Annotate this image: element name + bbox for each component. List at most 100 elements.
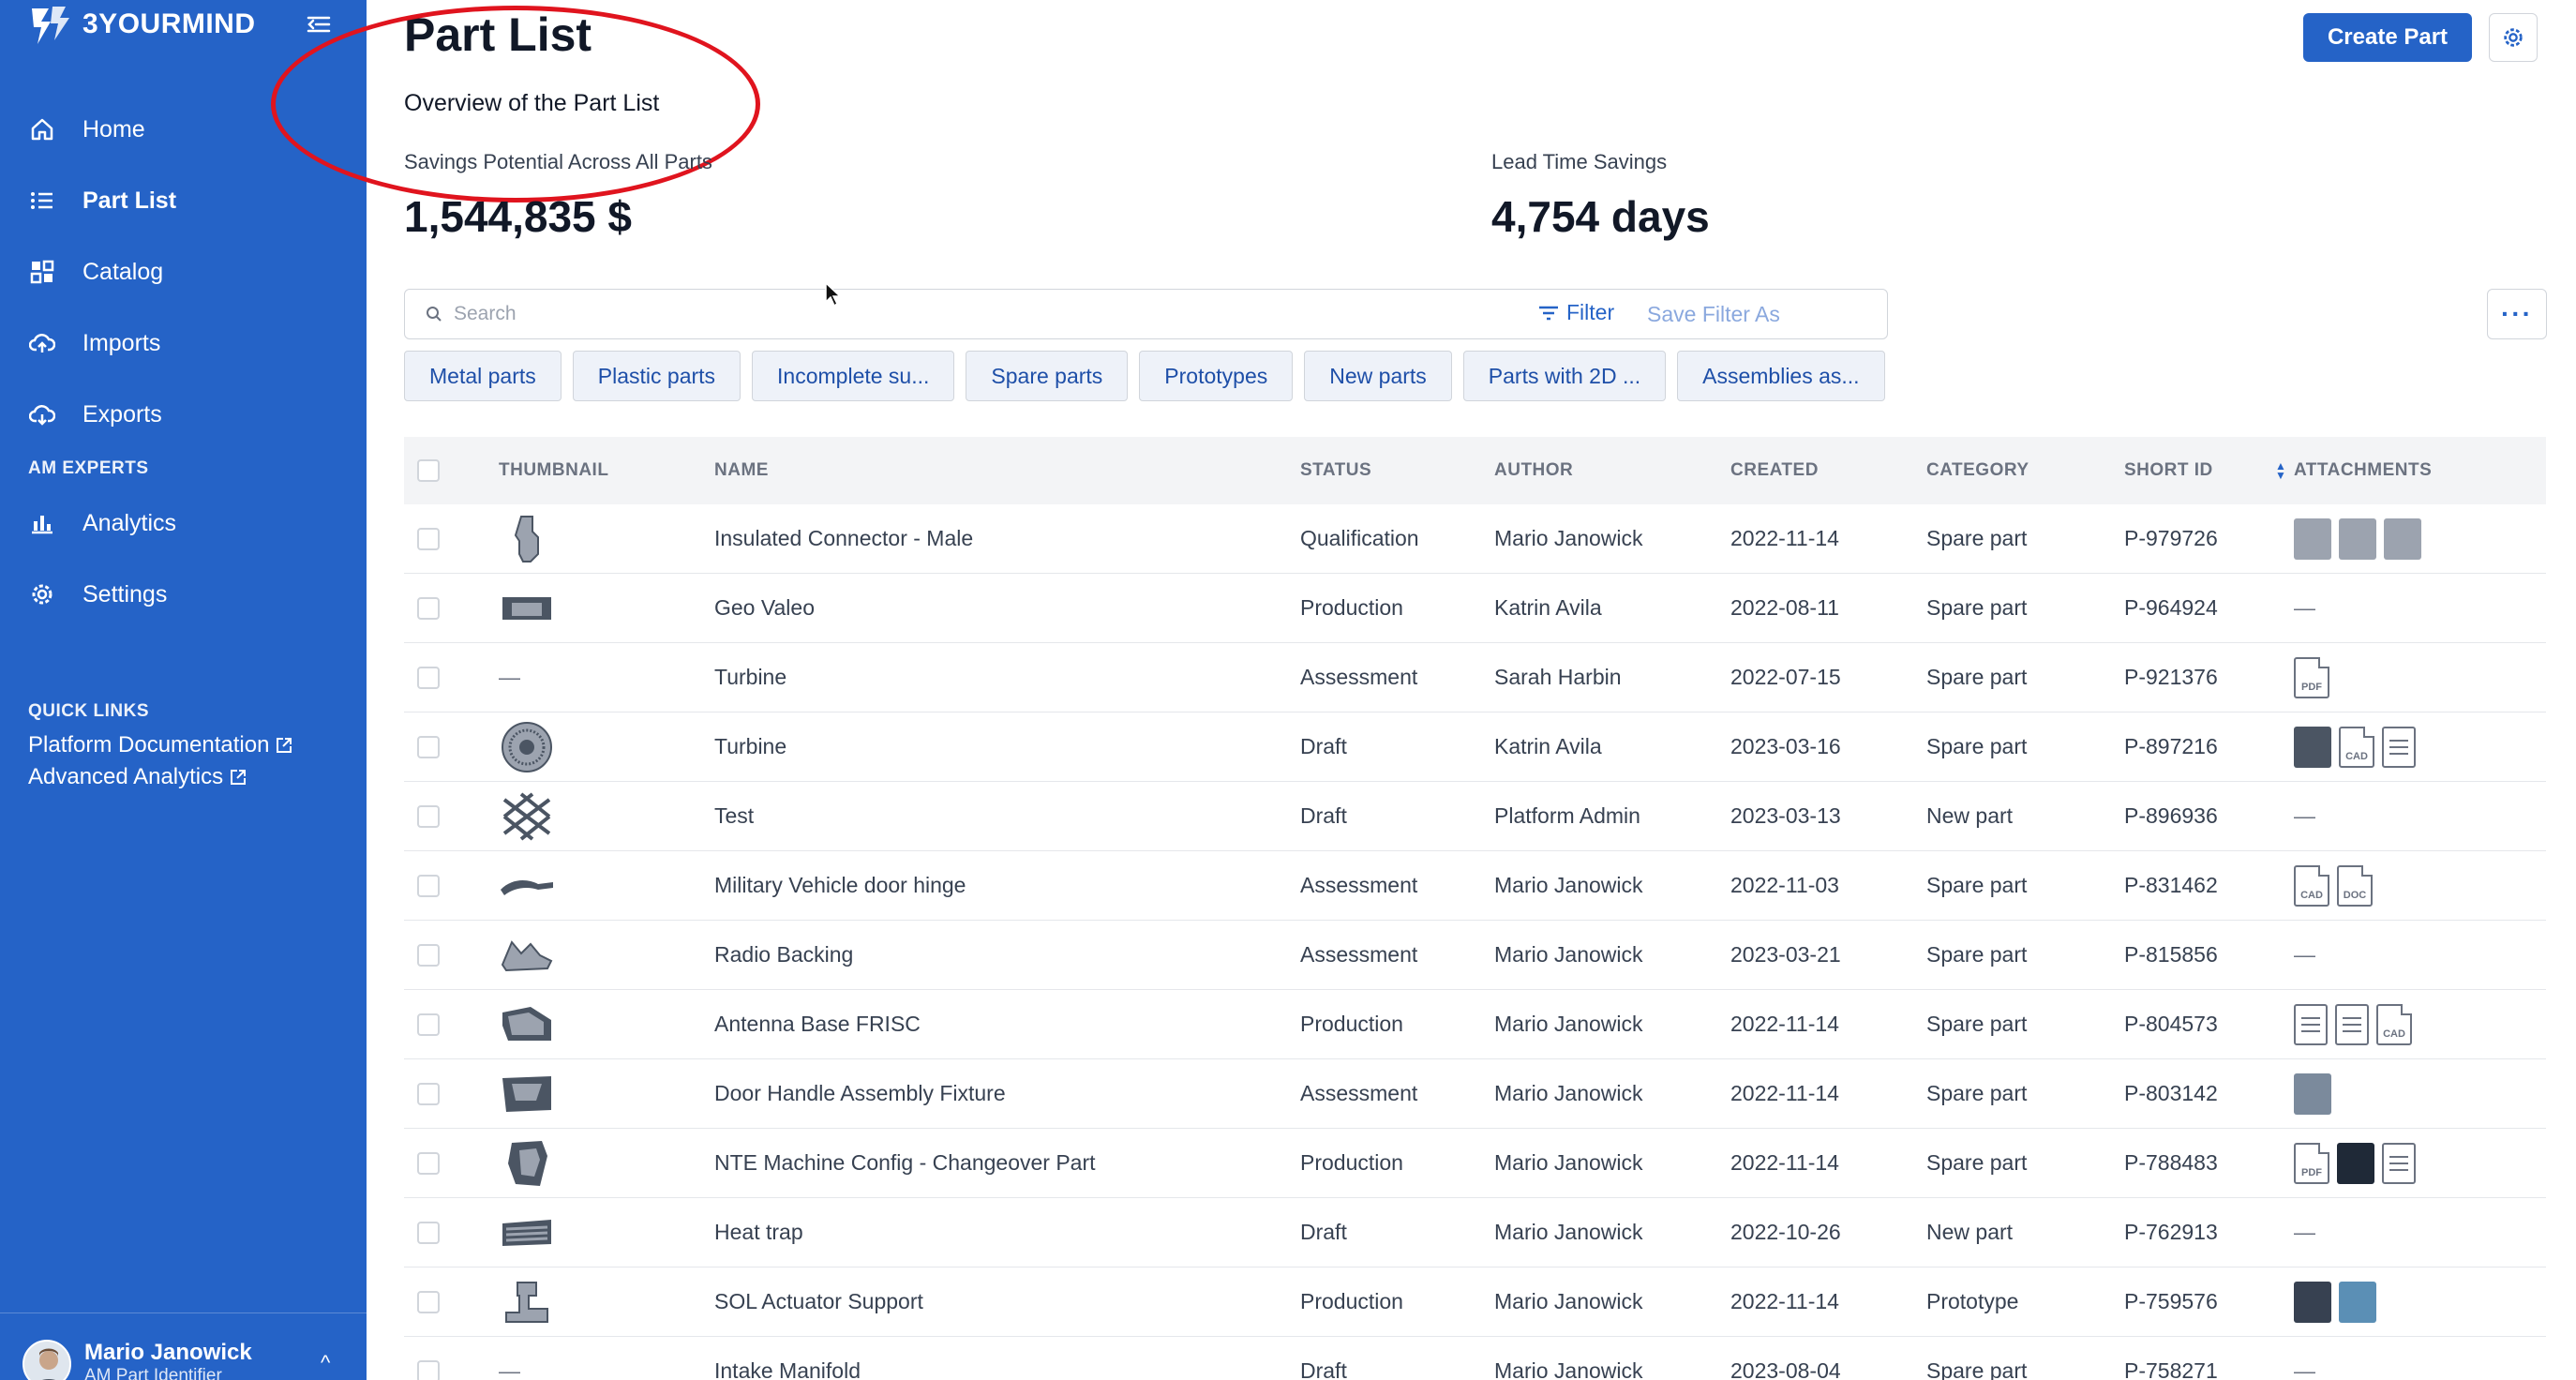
- image-thumbnail-icon[interactable]: [2339, 518, 2376, 560]
- cell-name[interactable]: NTE Machine Config - Changeover Part: [714, 1129, 1096, 1197]
- row-checkbox[interactable]: [417, 1012, 440, 1036]
- cell-name[interactable]: Antenna Base FRISC: [714, 990, 921, 1058]
- table-row[interactable]: Door Handle Assembly Fixture Assessment Ma…: [404, 1059, 2546, 1129]
- collapse-sidebar-button[interactable]: [302, 8, 336, 41]
- row-checkbox[interactable]: [417, 527, 440, 550]
- table-row[interactable]: Turbine Draft Katrin Avila 2023-03-16 Spare …: [404, 712, 2546, 782]
- row-checkbox[interactable]: [417, 1359, 440, 1380]
- table-row[interactable]: Military Vehicle door hinge Assessment Mar…: [404, 851, 2546, 921]
- part-thumbnail[interactable]: [499, 513, 555, 565]
- table-row[interactable]: Geo Valeo Production Katrin Avila 2022-08-1…: [404, 574, 2546, 643]
- create-part-button[interactable]: Create Part: [2303, 13, 2472, 62]
- table-row[interactable]: NTE Machine Config - Changeover Part Prod…: [404, 1129, 2546, 1198]
- chip-incomplete[interactable]: Incomplete su...: [752, 351, 955, 401]
- image-thumbnail-icon[interactable]: [2294, 518, 2331, 560]
- sidebar-item-imports[interactable]: Imports: [0, 308, 367, 379]
- chip-metal-parts[interactable]: Metal parts: [404, 351, 562, 401]
- part-thumbnail[interactable]: [499, 1068, 555, 1120]
- filter-button[interactable]: Filter: [1538, 300, 1614, 325]
- column-header-category[interactable]: CATEGORY: [1926, 437, 2029, 504]
- row-checkbox[interactable]: [417, 804, 440, 828]
- column-header-name[interactable]: NAME: [714, 437, 769, 504]
- row-checkbox[interactable]: [417, 666, 440, 689]
- part-thumbnail[interactable]: [499, 860, 555, 912]
- brand-logo[interactable]: 3YOURMIND: [28, 0, 256, 49]
- document-icon[interactable]: [2335, 1003, 2369, 1045]
- cad-file-icon[interactable]: CAD: [2339, 726, 2374, 768]
- document-icon[interactable]: [2382, 1142, 2416, 1184]
- pdf-file-icon[interactable]: PDF: [2294, 1142, 2329, 1184]
- user-menu[interactable]: Mario Janowick AM Part Identifier ^: [0, 1312, 367, 1380]
- document-icon[interactable]: [2382, 726, 2416, 768]
- part-thumbnail[interactable]: [499, 721, 555, 773]
- part-thumbnail[interactable]: [499, 1207, 555, 1259]
- pdf-file-icon[interactable]: PDF: [2294, 656, 2329, 698]
- table-row[interactable]: Radio Backing Assessment Mario Janowick 202…: [404, 921, 2546, 990]
- sidebar-item-catalog[interactable]: Catalog: [0, 236, 367, 308]
- cad-file-icon[interactable]: CAD: [2294, 864, 2329, 907]
- cell-name[interactable]: Heat trap: [714, 1198, 803, 1267]
- cell-name[interactable]: Geo Valeo: [714, 574, 815, 642]
- cad-file-icon[interactable]: CAD: [2376, 1003, 2412, 1045]
- image-thumbnail-icon[interactable]: [2384, 518, 2421, 560]
- chip-assemblies[interactable]: Assemblies as...: [1677, 351, 1885, 401]
- more-options-button[interactable]: ···: [2487, 289, 2547, 339]
- cell-name[interactable]: Military Vehicle door hinge: [714, 851, 966, 920]
- checkbox[interactable]: [417, 459, 440, 482]
- image-thumbnail-icon[interactable]: [2337, 1142, 2374, 1184]
- cell-name[interactable]: Turbine: [714, 643, 786, 712]
- table-row[interactable]: Test Draft Platform Admin 2023-03-13 New par…: [404, 782, 2546, 851]
- chip-spare-parts[interactable]: Spare parts: [966, 351, 1129, 401]
- part-thumbnail[interactable]: [499, 1276, 555, 1328]
- cell-name[interactable]: Door Handle Assembly Fixture: [714, 1059, 1006, 1128]
- table-row[interactable]: — Turbine Assessment Sarah Harbin 2022-07-15…: [404, 643, 2546, 712]
- page-settings-button[interactable]: [2489, 13, 2538, 62]
- column-header-short-id[interactable]: SHORT ID: [2124, 437, 2213, 504]
- chip-prototypes[interactable]: Prototypes: [1139, 351, 1294, 401]
- row-checkbox[interactable]: [417, 1082, 440, 1105]
- cell-name[interactable]: Test: [714, 782, 754, 850]
- sidebar-item-part-list[interactable]: Part List: [0, 165, 367, 236]
- sidebar-item-analytics[interactable]: Analytics: [0, 488, 367, 559]
- row-checkbox[interactable]: [417, 1151, 440, 1175]
- sidebar-item-exports[interactable]: Exports: [0, 379, 367, 450]
- column-header-created[interactable]: CREATED: [1730, 437, 1819, 504]
- column-header-status[interactable]: STATUS: [1300, 437, 1371, 504]
- row-checkbox[interactable]: [417, 943, 440, 967]
- table-row[interactable]: SOL Actuator Support Production Mario Jano…: [404, 1268, 2546, 1337]
- part-thumbnail[interactable]: [499, 1137, 555, 1190]
- document-icon[interactable]: [2294, 1003, 2328, 1045]
- cell-name[interactable]: Insulated Connector - Male: [714, 504, 973, 573]
- quick-link-advanced-analytics[interactable]: Advanced Analytics: [28, 761, 293, 793]
- part-thumbnail[interactable]: [499, 998, 555, 1051]
- cell-name[interactable]: Intake Manifold: [714, 1337, 861, 1380]
- row-checkbox[interactable]: [417, 735, 440, 758]
- image-thumbnail-icon[interactable]: [2294, 726, 2331, 768]
- part-thumbnail[interactable]: [499, 582, 555, 635]
- column-header-author[interactable]: AUTHOR: [1494, 437, 1573, 504]
- part-thumbnail[interactable]: [499, 790, 555, 843]
- row-checkbox[interactable]: [417, 874, 440, 897]
- table-row[interactable]: Heat trap Draft Mario Janowick 2022-10-26 Ne…: [404, 1198, 2546, 1268]
- cell-name[interactable]: Radio Backing: [714, 921, 853, 989]
- sidebar-item-settings[interactable]: Settings: [0, 559, 367, 630]
- table-row[interactable]: Antenna Base FRISC Production Mario Janowi…: [404, 990, 2546, 1059]
- cell-name[interactable]: Turbine: [714, 712, 786, 781]
- row-checkbox[interactable]: [417, 596, 440, 620]
- doc-file-icon[interactable]: DOC: [2337, 864, 2373, 907]
- chip-plastic-parts[interactable]: Plastic parts: [572, 351, 741, 401]
- row-checkbox[interactable]: [417, 1221, 440, 1244]
- part-thumbnail[interactable]: [499, 929, 555, 982]
- chip-new-parts[interactable]: New parts: [1304, 351, 1452, 401]
- table-row[interactable]: — Intake Manifold Draft Mario Janowick 2023-…: [404, 1337, 2546, 1380]
- image-thumbnail-icon[interactable]: [2339, 1281, 2376, 1323]
- image-thumbnail-icon[interactable]: [2294, 1072, 2331, 1115]
- select-all-checkbox[interactable]: [417, 437, 440, 504]
- sidebar-item-home[interactable]: Home: [0, 94, 367, 165]
- save-filter-as-button[interactable]: Save Filter As: [1647, 302, 1780, 327]
- image-thumbnail-icon[interactable]: [2294, 1281, 2331, 1323]
- quick-link-platform-documentation[interactable]: Platform Documentation: [28, 729, 293, 761]
- chip-parts-with-2d[interactable]: Parts with 2D ...: [1462, 351, 1667, 401]
- cell-name[interactable]: SOL Actuator Support: [714, 1268, 923, 1336]
- table-row[interactable]: Insulated Connector - Male Qualification M…: [404, 504, 2546, 574]
